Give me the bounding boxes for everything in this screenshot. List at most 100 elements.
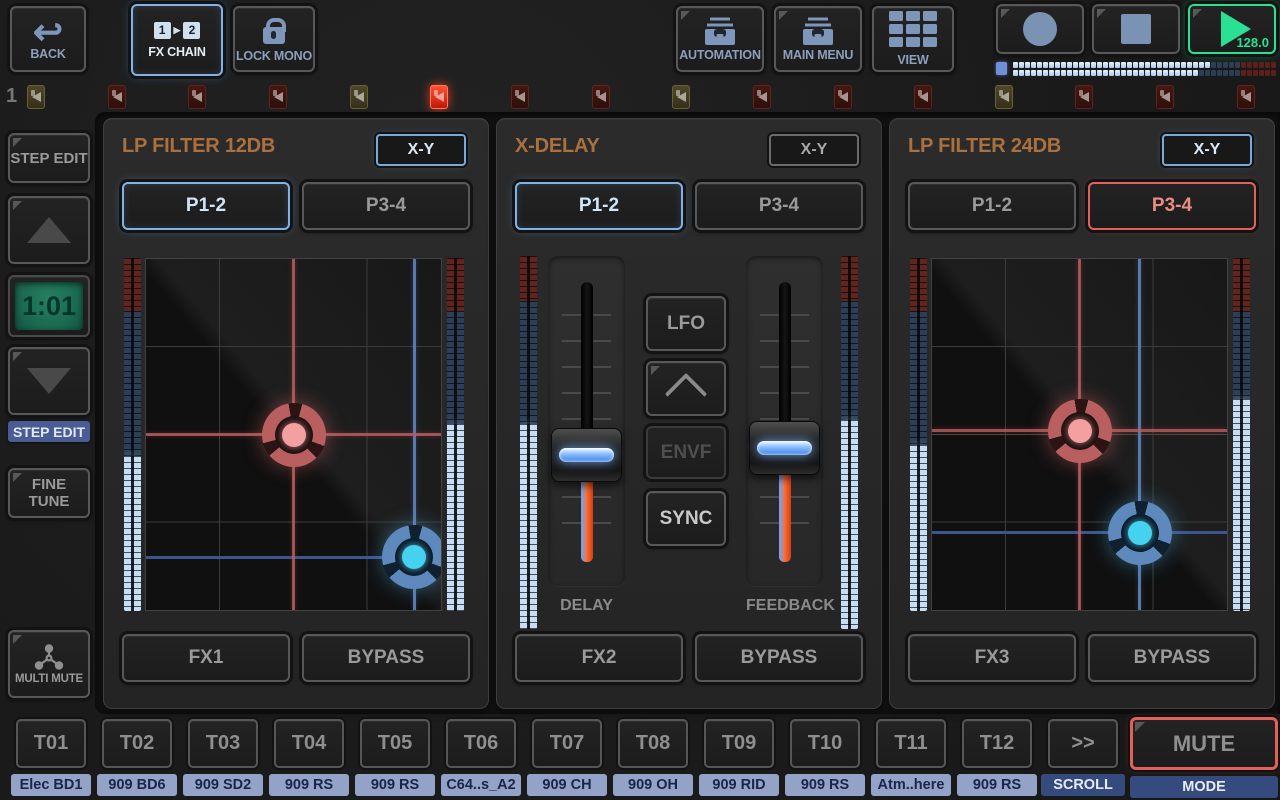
mute-button[interactable]: MUTE: [1130, 717, 1278, 770]
fader-track: [581, 282, 593, 434]
track-sound-label: Elec BD1: [11, 774, 91, 796]
step-edit-mode-badge: STEP EDIT: [8, 421, 90, 442]
fader-handle[interactable]: [551, 428, 622, 482]
red-puck[interactable]: [262, 403, 326, 467]
main-menu-button[interactable]: MAIN MENU: [774, 6, 862, 72]
position-meter: [996, 62, 1277, 78]
track-fx-indicator: [188, 85, 206, 109]
lfo-shape-button[interactable]: [646, 361, 726, 416]
track-button-t09[interactable]: T09: [704, 719, 774, 768]
delay-fader[interactable]: [548, 256, 625, 586]
track-button-t03[interactable]: T03: [188, 719, 258, 768]
track-column: T01 Elec BD1: [8, 717, 94, 798]
feedback-label: FEEDBACK: [746, 597, 823, 615]
blue-puck[interactable]: [1108, 501, 1172, 565]
page-p34-button[interactable]: P3-4: [1088, 182, 1256, 230]
red-puck[interactable]: [1048, 399, 1112, 463]
record-button[interactable]: [996, 4, 1084, 54]
step-down-button[interactable]: [8, 347, 90, 415]
track-row: T01Elec BD1T02909 BD6T03909 SD2T04909 RS…: [8, 717, 1280, 798]
fx-chain-button[interactable]: 1 ▶ 2 FX CHAIN: [131, 4, 223, 76]
track-button-t11[interactable]: T11: [876, 719, 946, 768]
track-button-t05[interactable]: T05: [360, 719, 430, 768]
level-meter-right: [447, 258, 464, 611]
track-fx-indicator: [834, 85, 852, 109]
automation-label: AUTOMATION: [679, 48, 761, 62]
step-up-button[interactable]: [8, 196, 90, 264]
sync-button[interactable]: SYNC: [646, 491, 726, 546]
track-fx-indicator: [1156, 85, 1174, 109]
xy-mode-button[interactable]: X-Y: [1162, 134, 1252, 166]
track-button-t08[interactable]: T08: [618, 719, 688, 768]
multi-mute-button[interactable]: MULTI MUTE: [8, 630, 90, 698]
bar-number: 1: [6, 85, 17, 108]
bypass-button[interactable]: BYPASS: [1088, 634, 1256, 682]
multi-mute-icon: [32, 643, 66, 673]
xy-mode-button[interactable]: X-Y: [376, 134, 466, 166]
track-fx-indicator: [269, 85, 287, 109]
step-edit-top-button[interactable]: STEP EDIT: [8, 133, 90, 183]
automation-button[interactable]: AUTOMATION: [676, 6, 764, 72]
lfo-button[interactable]: LFO: [646, 296, 726, 351]
track-fx-indicator: [753, 85, 771, 109]
track-column: T06C64..s_A2: [438, 717, 524, 798]
scroll-label: SCROLL: [1041, 774, 1125, 796]
xy-mode-button[interactable]: X-Y: [769, 134, 859, 166]
back-label: BACK: [30, 47, 65, 61]
track-fx-indicator: [1075, 85, 1093, 109]
track-button-t12[interactable]: T12: [962, 719, 1032, 768]
bpm-value: 128.0: [1236, 35, 1269, 50]
track-button-t04[interactable]: T04: [274, 719, 344, 768]
blue-puck[interactable]: [382, 525, 442, 589]
track-button-t01[interactable]: T01: [16, 719, 86, 768]
track-button-t10[interactable]: T10: [790, 719, 860, 768]
fx3-button[interactable]: FX3: [908, 634, 1076, 682]
track-column: T04 909 RS: [266, 717, 352, 798]
track-button-t06[interactable]: T06: [446, 719, 516, 768]
main-menu-label: MAIN MENU: [783, 48, 853, 62]
fine-tune-button[interactable]: FINE TUNE: [8, 468, 90, 518]
level-meter-right: [1233, 258, 1250, 611]
xy-pad[interactable]: [145, 258, 442, 611]
track-fx-indicator: [914, 85, 932, 109]
multi-mute-label: MULTI MUTE: [15, 673, 83, 685]
view-button[interactable]: VIEW: [872, 6, 954, 72]
play-button[interactable]: 128.0: [1188, 4, 1276, 54]
fx-chain-icon: 1 ▶ 2: [154, 22, 201, 39]
scroll-right-button[interactable]: >>: [1048, 719, 1118, 768]
page-p12-button[interactable]: P1-2: [122, 182, 290, 230]
track-sound-label: 909 RS: [269, 774, 349, 796]
xy-pad[interactable]: [931, 258, 1228, 611]
fx2-button[interactable]: FX2: [515, 634, 683, 682]
lock-mono-label: LOCK MONO: [236, 49, 312, 63]
page-p12-button[interactable]: P1-2: [908, 182, 1076, 230]
drawer-icon: [798, 16, 838, 48]
lock-icon: [263, 27, 285, 44]
back-button[interactable]: ↩ BACK: [10, 6, 86, 72]
lock-mono-button[interactable]: LOCK MONO: [233, 6, 315, 72]
track-sound-label: 909 SD2: [183, 774, 263, 796]
fx1-button[interactable]: FX1: [122, 634, 290, 682]
page-p34-button[interactable]: P3-4: [302, 182, 470, 230]
track-button-t07[interactable]: T07: [532, 719, 602, 768]
level-meter-left: [520, 256, 537, 629]
bypass-button[interactable]: BYPASS: [695, 634, 863, 682]
envf-button[interactable]: ENVF: [646, 426, 726, 479]
feedback-fader[interactable]: [746, 256, 823, 586]
stop-button[interactable]: [1092, 4, 1180, 54]
track-fx-indicator: [350, 85, 368, 109]
track-column: T12909 RS: [954, 717, 1040, 798]
page-p12-button[interactable]: P1-2: [515, 182, 683, 230]
fader-track: [779, 282, 791, 427]
fader-handle-glow: [757, 441, 812, 455]
track-sound-label: 909 CH: [527, 774, 607, 796]
track-button-t02[interactable]: T02: [102, 719, 172, 768]
fader-value-stem: [779, 467, 791, 562]
bypass-button[interactable]: BYPASS: [302, 634, 470, 682]
track-sound-label: 909 RS: [355, 774, 435, 796]
panel-title: X-DELAY: [515, 135, 600, 158]
track-fx-indicator: [995, 85, 1013, 109]
arrow-up-icon: [27, 217, 71, 243]
page-p34-button[interactable]: P3-4: [695, 182, 863, 230]
fader-handle[interactable]: [749, 421, 820, 475]
